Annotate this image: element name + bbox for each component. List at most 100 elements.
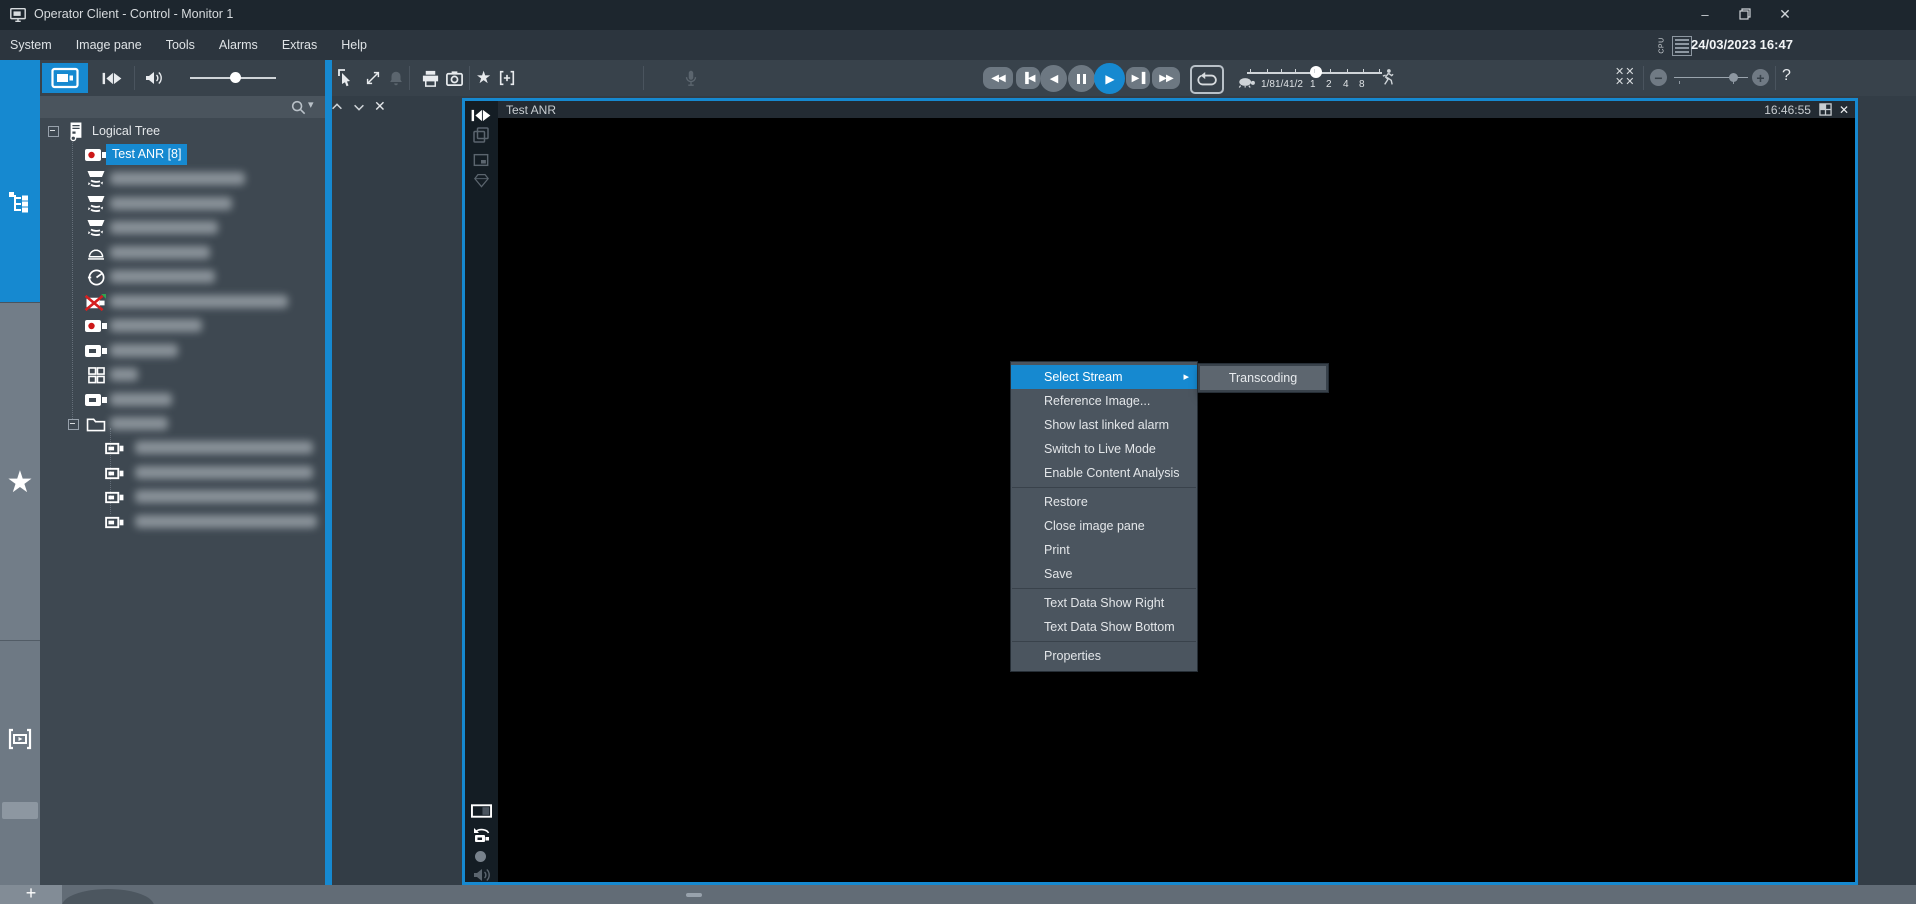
tree-item[interactable]	[40, 413, 325, 435]
image-pane-header[interactable]: Test ANR 16:46:55 ✕	[498, 101, 1855, 118]
zoom-out-button[interactable]: −	[1650, 69, 1667, 86]
search-close-icon[interactable]: ✕	[374, 98, 386, 115]
menu-tools[interactable]: Tools	[166, 38, 195, 52]
menu-item-text-data-show-bottom[interactable]: Text Data Show Bottom	[1011, 615, 1197, 639]
ptz-camera-control-icon[interactable]	[470, 825, 492, 845]
pane-maximize-grid-icon[interactable]	[1819, 103, 1832, 116]
record-dot-icon[interactable]	[475, 851, 486, 862]
tree-item[interactable]	[40, 511, 325, 533]
tree-item[interactable]	[40, 486, 325, 508]
left-sidebar: ★	[0, 60, 40, 885]
instant-playback-icon[interactable]	[470, 105, 492, 125]
fast-forward-button[interactable]: ▶▶	[1152, 67, 1180, 89]
tree-item[interactable]	[40, 315, 325, 337]
sidebar-bottom-button[interactable]	[2, 802, 38, 819]
restore-button[interactable]	[1728, 0, 1762, 28]
redacted-tree-label	[110, 319, 202, 332]
menu-item-save[interactable]: Save	[1011, 562, 1197, 586]
play-button[interactable]: ▶	[1094, 63, 1125, 94]
add-tab-button[interactable]: +	[0, 885, 62, 904]
menu-items: System Image pane Tools Alarms Extras Help	[10, 30, 367, 60]
close-button[interactable]: ✕	[1768, 0, 1802, 28]
tree-item[interactable]	[40, 242, 325, 264]
pane-count-slider-handle[interactable]	[1729, 73, 1738, 82]
loop-playback-button[interactable]	[1190, 65, 1224, 94]
menu-item-enable-content-analysis[interactable]: Enable Content Analysis	[1011, 461, 1197, 485]
tree-search-input[interactable]: ▾ ✕	[40, 96, 325, 118]
rewind-button[interactable]: ◀◀	[983, 67, 1013, 89]
menu-item-select-stream[interactable]: Select Stream▸	[1011, 365, 1197, 389]
sub-camera-icon	[103, 438, 127, 458]
chevron-down-icon[interactable]	[352, 100, 366, 114]
add-image-pane-icon[interactable]	[497, 68, 517, 88]
redacted-tree-label	[110, 270, 215, 283]
menu-item-properties[interactable]: Properties	[1011, 644, 1197, 668]
pane-select-icon[interactable]	[337, 68, 357, 88]
live-video-button[interactable]	[42, 63, 88, 93]
volume-slider-handle[interactable]	[230, 72, 241, 83]
skip-start-button[interactable]: ▐◀	[1016, 67, 1040, 89]
picture-in-picture-icon[interactable]	[470, 150, 492, 170]
menu-item-print[interactable]: Print	[1011, 538, 1197, 562]
print-icon[interactable]	[420, 68, 440, 88]
tree-item[interactable]	[40, 340, 325, 362]
sidebar-tab-image-panes[interactable]	[0, 640, 40, 886]
menu-item-text-data-show-right[interactable]: Text Data Show Right	[1011, 591, 1197, 615]
redacted-tree-label	[135, 441, 313, 454]
instant-playback-button[interactable]	[95, 67, 129, 89]
content-analysis-gem-icon[interactable]	[470, 170, 492, 190]
zoom-in-button[interactable]: +	[1752, 69, 1769, 86]
minimize-button[interactable]: –	[1688, 0, 1722, 28]
help-button[interactable]: ?	[1782, 67, 1791, 85]
microphone-icon[interactable]	[681, 68, 701, 88]
tree-item-selected[interactable]: Test ANR [8]	[40, 144, 325, 166]
panel-resize-handle[interactable]	[686, 893, 702, 897]
sidebar-tab-favorites[interactable]: ★	[0, 302, 40, 641]
tree-item[interactable]	[40, 168, 325, 190]
folder-expander[interactable]	[68, 419, 79, 430]
tree-item[interactable]	[40, 291, 325, 313]
pane-speaker-icon[interactable]	[470, 865, 492, 885]
speed-tick	[1330, 69, 1331, 73]
tree-item[interactable]	[40, 193, 325, 215]
menu-item-restore[interactable]: Restore	[1011, 490, 1197, 514]
menu-item-show-last-linked-alarm[interactable]: Show last linked alarm	[1011, 413, 1197, 437]
favorite-star-icon[interactable]: ★	[476, 68, 496, 88]
menu-extras[interactable]: Extras	[282, 38, 317, 52]
menu-system[interactable]: System	[10, 38, 52, 52]
menu-item-switch-to-live-mode[interactable]: Switch to Live Mode	[1011, 437, 1197, 461]
tree-item[interactable]	[40, 462, 325, 484]
menu-image-pane[interactable]: Image pane	[76, 38, 142, 52]
tree-root-row[interactable]: Logical Tree	[40, 120, 325, 142]
sidebar-tab-logical-tree[interactable]	[0, 60, 40, 302]
step-forward-button[interactable]: ▶▐	[1126, 67, 1150, 89]
rec-camera-icon	[84, 316, 108, 336]
display-mode-icon[interactable]	[470, 801, 492, 821]
search-icon[interactable]	[290, 99, 306, 115]
close-all-panes-icon[interactable]: ✕✕✕✕	[1615, 67, 1635, 87]
redacted-tree-label	[110, 221, 218, 234]
gauge-camera-icon	[84, 267, 108, 287]
search-caret-icon[interactable]: ▾	[308, 98, 314, 111]
menu-alarms[interactable]: Alarms	[219, 38, 258, 52]
tree-item[interactable]	[40, 364, 325, 386]
pane-copies-icon[interactable]	[470, 125, 492, 145]
tree-item[interactable]	[40, 217, 325, 239]
tree-item[interactable]	[40, 437, 325, 459]
chevron-up-icon[interactable]	[330, 100, 344, 114]
maximize-expand-icon[interactable]	[363, 68, 383, 88]
tree-item[interactable]	[40, 266, 325, 288]
alarm-icon[interactable]	[386, 68, 406, 88]
menu-item-close-image-pane[interactable]: Close image pane	[1011, 514, 1197, 538]
menu-item-reference-image[interactable]: Reference Image...	[1011, 389, 1197, 413]
menu-help[interactable]: Help	[341, 38, 367, 52]
grid-2x2-icon	[84, 365, 108, 385]
speaker-icon[interactable]	[141, 67, 165, 89]
submenu-item-transcoding[interactable]: Transcoding	[1200, 366, 1326, 390]
step-back-button[interactable]: ◀	[1040, 65, 1067, 92]
pause-button[interactable]	[1068, 65, 1095, 92]
tree-item[interactable]	[40, 389, 325, 411]
pane-close-icon[interactable]: ✕	[1839, 103, 1849, 117]
snapshot-camera-icon[interactable]	[444, 68, 464, 88]
speed-slider-handle[interactable]	[1310, 66, 1322, 78]
